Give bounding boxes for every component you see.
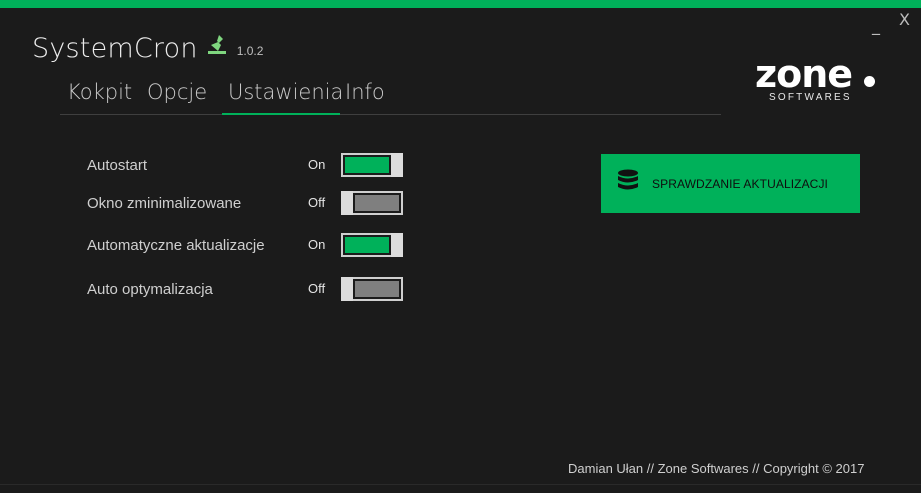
- logo-sub-text: SOFTWARES: [769, 92, 852, 103]
- toggle-fill: [345, 157, 389, 173]
- setting-okno-zminimalizowane: Okno zminimalizowane Off: [87, 191, 407, 217]
- copyright-footer: Damian Ułan // Zone Softwares // Copyrig…: [568, 461, 865, 476]
- logo-dot: [864, 76, 875, 87]
- minimize-button[interactable]: _: [872, 18, 880, 34]
- setting-label: Autostart: [87, 157, 148, 174]
- app-title: SystemCron: [32, 33, 198, 64]
- tab-info[interactable]: Info: [345, 80, 385, 104]
- auto-updates-toggle[interactable]: [341, 233, 403, 257]
- setting-state: Off: [308, 195, 326, 210]
- zone-softwares-logo: zone SOFTWARES: [755, 52, 885, 107]
- toggle-fill: [355, 281, 399, 297]
- toggle-knob: [391, 153, 403, 177]
- toggle-fill: [345, 237, 389, 253]
- app-version: 1.0.2: [236, 44, 264, 58]
- broom-icon: [206, 33, 228, 60]
- setting-state: Off: [308, 281, 326, 296]
- autostart-toggle[interactable]: [341, 153, 403, 177]
- toggle-knob: [391, 233, 403, 257]
- check-updates-label: SPRAWDZANIE AKTUALIZACJI: [652, 176, 828, 191]
- setting-state: On: [308, 157, 326, 172]
- setting-automatyczne-aktualizacje: Automatyczne aktualizacje On: [87, 233, 407, 259]
- window-accent-bar: [0, 0, 921, 8]
- close-button[interactable]: X: [899, 12, 910, 28]
- main-tabs: Kokpit Opcje Ustawienia Info: [60, 78, 721, 115]
- setting-label: Automatyczne aktualizacje: [87, 237, 265, 254]
- check-updates-button[interactable]: SPRAWDZANIE AKTUALIZACJI: [601, 154, 860, 213]
- bottom-divider: [0, 484, 921, 485]
- logo-main-text: zone: [755, 52, 853, 96]
- app-header: SystemCron 1.0.2: [32, 33, 263, 64]
- setting-auto-optymalizacja: Auto optymalizacja Off: [87, 277, 407, 303]
- setting-label: Auto optymalizacja: [87, 281, 213, 298]
- setting-label: Okno zminimalizowane: [87, 195, 242, 212]
- tab-kokpit[interactable]: Kokpit: [67, 80, 132, 104]
- toggle-knob: [341, 277, 353, 301]
- minimized-window-toggle[interactable]: [341, 191, 403, 215]
- setting-autostart: Autostart On: [87, 153, 407, 179]
- toggle-fill: [355, 195, 399, 211]
- tab-ustawienia[interactable]: Ustawienia: [228, 80, 343, 104]
- auto-optimization-toggle[interactable]: [341, 277, 403, 301]
- tab-opcje[interactable]: Opcje: [147, 80, 207, 104]
- database-icon: [616, 168, 640, 199]
- toggle-knob: [341, 191, 353, 215]
- setting-state: On: [308, 237, 326, 252]
- active-tab-indicator: [222, 113, 340, 115]
